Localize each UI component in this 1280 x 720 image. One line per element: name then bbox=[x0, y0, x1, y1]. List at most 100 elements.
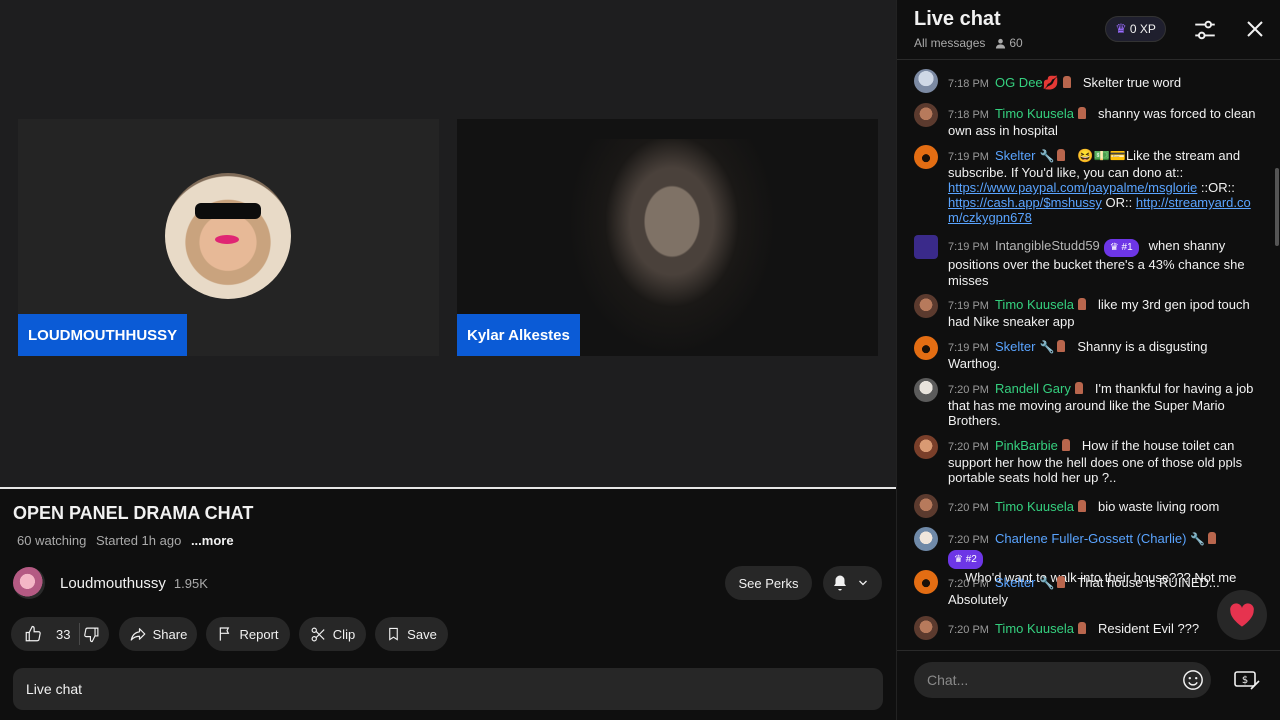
live-chat-panel: Live chat All messages 60 ♛ 0 XP 7:18 PM… bbox=[896, 0, 1280, 720]
pumpkin-avatar[interactable] bbox=[914, 336, 938, 360]
member-badge-icon bbox=[1061, 439, 1070, 451]
report-label: Report bbox=[239, 626, 279, 642]
live-chat-collapsed-bar[interactable]: Live chat bbox=[13, 668, 883, 710]
chat-title: Live chat bbox=[914, 8, 1001, 30]
thumbs-down-icon bbox=[84, 627, 99, 642]
member-badge-icon bbox=[1208, 532, 1217, 544]
like-button[interactable]: 33 bbox=[11, 625, 79, 643]
chevron-down-icon bbox=[858, 580, 867, 586]
message-body: 7:20 PM Timo Kuusela Resident Evil ??? bbox=[948, 621, 1200, 636]
flag-icon bbox=[220, 627, 230, 641]
moderator-wrench-icon: 🔧 bbox=[1039, 576, 1055, 590]
chat-message: 7:18 PM OG Dee💋 Skelter true word bbox=[897, 69, 1267, 95]
live-progress-bar[interactable] bbox=[0, 487, 896, 489]
author-avatar[interactable] bbox=[914, 435, 938, 459]
author-avatar[interactable] bbox=[914, 103, 938, 127]
save-label: Save bbox=[407, 626, 437, 642]
chat-message: 7:19 PM Skelter 🔧 Shanny is a disgusting Wa… bbox=[897, 336, 1267, 371]
xp-value: 0 XP bbox=[1129, 22, 1156, 36]
chat-message: 7:20 PM Timo Kuusela bio waste living room bbox=[897, 494, 1267, 520]
chat-message: 7:19 PM Skelter 🔧 😆💵💳Like the stream and su… bbox=[897, 145, 1267, 227]
bell-icon bbox=[833, 575, 846, 591]
more-link[interactable]: ...more bbox=[191, 533, 234, 548]
member-badge-icon bbox=[1077, 298, 1086, 310]
thumbs-up-icon bbox=[25, 625, 41, 642]
sunglasses bbox=[195, 203, 261, 219]
author-avatar[interactable] bbox=[914, 235, 938, 259]
video-player[interactable]: LOUDMOUTHHUSSY Kylar Alkestes bbox=[0, 0, 896, 488]
message-body: 7:20 PM Timo Kuusela bio waste living room bbox=[948, 499, 1220, 514]
chat-message: 7:18 PM Timo Kuusela shanny was forced to … bbox=[897, 103, 1267, 138]
member-badge-icon bbox=[1057, 149, 1066, 161]
report-button[interactable]: Report bbox=[206, 617, 290, 651]
chat-message: 7:20 PM Charlene Fuller-Gossett (Charlie)… bbox=[897, 527, 1267, 585]
paypal-link[interactable]: https://www.paypal.com/paypalme/msglorie bbox=[948, 180, 1197, 195]
chat-scrollbar[interactable] bbox=[1275, 168, 1279, 246]
pumpkin-avatar[interactable] bbox=[914, 145, 938, 169]
started-time: Started 1h ago bbox=[96, 533, 182, 548]
message-body: 7:19 PM Timo Kuusela like my 3rd gen ipod … bbox=[948, 297, 1250, 329]
stream-meta: 60 watching Started 1h ago ...more bbox=[17, 533, 240, 548]
app-root: LOUDMOUTHHUSSY Kylar Alkestes OPEN PANEL… bbox=[0, 0, 1280, 720]
moderator-wrench-icon: 🔧 bbox=[1190, 532, 1206, 546]
bookmark-icon bbox=[389, 627, 398, 641]
author-avatar[interactable] bbox=[914, 616, 938, 640]
author-avatar[interactable] bbox=[914, 294, 938, 318]
clip-label: Clip bbox=[332, 626, 356, 642]
chat-header: Live chat All messages 60 ♛ 0 XP bbox=[897, 0, 1280, 60]
save-button[interactable]: Save bbox=[375, 617, 448, 651]
author-avatar[interactable] bbox=[914, 378, 938, 402]
channel-row: Loudmouthussy 1.95K bbox=[13, 566, 208, 600]
message-body: 7:19 PM Skelter 🔧 😆💵💳Like the stream and su… bbox=[948, 148, 1251, 225]
heart-reaction-button[interactable] bbox=[1217, 590, 1267, 640]
money-icon: $ bbox=[1234, 671, 1260, 690]
chat-message-list[interactable]: 7:18 PM OG Dee💋 Skelter true word 7:18 PM T… bbox=[897, 61, 1275, 650]
see-perks-button[interactable]: See Perks bbox=[725, 566, 812, 600]
member-badge-icon bbox=[1057, 576, 1066, 588]
participant-name-tag: Kylar Alkestes bbox=[457, 314, 580, 356]
member-badge-icon bbox=[1077, 622, 1086, 634]
viewer-count: 60 bbox=[995, 36, 1023, 50]
author-avatar[interactable] bbox=[914, 69, 938, 93]
chat-message: 7:20 PM Randell Gary I'm thankful for havi… bbox=[897, 378, 1267, 428]
clip-button[interactable]: Clip bbox=[299, 617, 366, 651]
share-button[interactable]: Share bbox=[119, 617, 197, 651]
svg-text:$: $ bbox=[1242, 675, 1248, 686]
author-avatar[interactable] bbox=[914, 527, 938, 551]
member-badge-icon bbox=[1077, 500, 1086, 512]
participant-name-tag: LOUDMOUTHHUSSY bbox=[18, 314, 188, 356]
author-avatar[interactable] bbox=[914, 494, 938, 518]
participant-tile-1: LOUDMOUTHHUSSY bbox=[18, 119, 439, 356]
message-body: 7:20 PM PinkBarbie How if the house toilet… bbox=[948, 438, 1243, 485]
stream-title: OPEN PANEL DRAMA CHAT bbox=[13, 503, 254, 523]
participant-camera-feed bbox=[567, 139, 777, 356]
message-body: 7:20 PM Randell Gary I'm thankful for havi… bbox=[948, 381, 1254, 428]
chat-message: 7:19 PM Timo Kuusela like my 3rd gen ipod … bbox=[897, 294, 1267, 329]
super-chat-button[interactable]: $ bbox=[1227, 662, 1267, 698]
participant-avatar bbox=[165, 173, 291, 299]
xp-badge[interactable]: ♛ 0 XP bbox=[1105, 16, 1166, 42]
emoji-icon[interactable] bbox=[1182, 669, 1204, 691]
chat-message: 7:19 PM IntangibleStudd59 ♛ #1 when shanny … bbox=[897, 235, 1267, 288]
message-body: 7:19 PM Skelter 🔧 Shanny is a disgusting Wa… bbox=[948, 339, 1208, 371]
channel-avatar[interactable] bbox=[13, 567, 45, 599]
member-badge-icon bbox=[1077, 107, 1086, 119]
message-body: 7:18 PM Timo Kuusela shanny was forced to … bbox=[948, 106, 1256, 138]
member-badge-icon bbox=[1057, 340, 1066, 352]
filter-settings-icon[interactable] bbox=[1192, 17, 1218, 43]
dislike-button[interactable] bbox=[80, 626, 109, 643]
message-body: 7:20 PM Skelter 🔧 That house is RUINED... A… bbox=[948, 575, 1220, 607]
crown-icon: ♛ bbox=[1115, 21, 1127, 36]
chat-subheader: All messages 60 bbox=[914, 36, 1023, 50]
cashapp-link[interactable]: https://cash.app/$mshussy bbox=[948, 195, 1102, 210]
chat-input[interactable] bbox=[914, 662, 1211, 698]
message-body: 7:18 PM OG Dee💋 Skelter true word bbox=[948, 75, 1182, 90]
moderator-wrench-icon: 🔧 bbox=[1039, 340, 1055, 354]
chat-filter-label[interactable]: All messages bbox=[914, 36, 985, 50]
notification-bell-button[interactable] bbox=[823, 566, 882, 600]
participant-tile-2: Kylar Alkestes bbox=[457, 119, 878, 356]
pumpkin-avatar[interactable] bbox=[914, 570, 938, 594]
close-icon[interactable] bbox=[1243, 17, 1267, 41]
channel-name[interactable]: Loudmouthussy bbox=[60, 575, 166, 592]
like-count: 33 bbox=[56, 626, 71, 642]
